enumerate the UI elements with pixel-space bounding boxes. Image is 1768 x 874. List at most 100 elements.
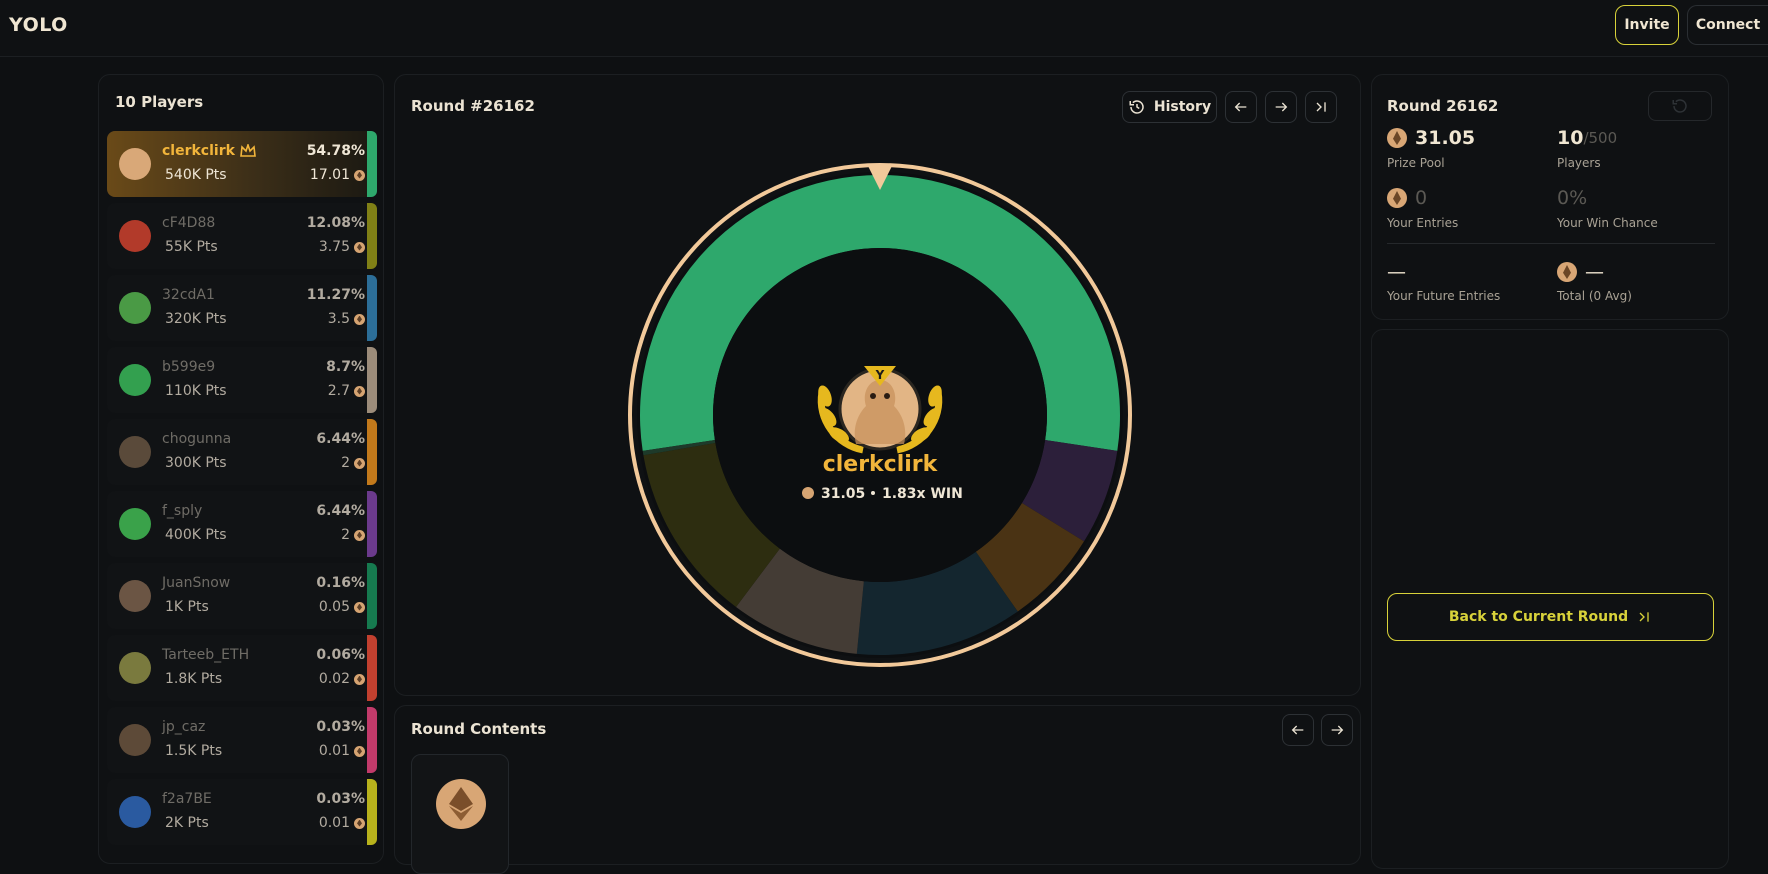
player-name: Tarteeb_ETH (162, 647, 250, 663)
total-label: Total (0 Avg) (1557, 289, 1632, 303)
top-bar: YOLO Invite Connect (0, 0, 1768, 57)
eth-icon (1387, 128, 1407, 148)
player-row[interactable]: b599e9 110K Pts 8.7% 2.7 (107, 347, 377, 413)
player-value: 2.7 (328, 383, 365, 399)
player-name: 32cdA1 (162, 287, 215, 303)
latest-round-button[interactable] (1305, 91, 1337, 123)
player-row[interactable]: JuanSnow 1K Pts 0.16% 0.05 (107, 563, 377, 629)
player-row[interactable]: jp_caz 1.5K Pts 0.03% 0.01 (107, 707, 377, 773)
player-points: 1.5K Pts (165, 743, 223, 759)
player-row[interactable]: Tarteeb_ETH 1.8K Pts 0.06% 0.02 (107, 635, 377, 701)
history-button[interactable]: History (1122, 91, 1217, 123)
round-contents-panel: Round Contents (394, 705, 1361, 874)
player-row[interactable]: f_sply 400K Pts 6.44% 2 (107, 491, 377, 557)
round-history-button[interactable] (1648, 91, 1712, 121)
round-title: Round #26162 (411, 97, 535, 115)
player-percent: 0.03% (316, 791, 365, 807)
player-name: clerkclirk (162, 143, 235, 159)
player-points: 540K Pts (165, 167, 227, 183)
divider (1387, 243, 1715, 244)
player-name: JuanSnow (162, 575, 231, 591)
player-avatar (119, 724, 151, 756)
wheel-chart: Y clerkclirk 31.05 1.83x WIN (628, 163, 1132, 667)
player-name: chogunna (162, 431, 232, 447)
round-contents-title: Round Contents (411, 720, 547, 738)
eth-icon (354, 601, 365, 613)
player-row[interactable]: cF4D88 55K Pts 12.08% 3.75 (107, 203, 377, 269)
total-value: — (1585, 261, 1604, 283)
logo[interactable]: YOLO (9, 14, 68, 36)
round-panel: Round #26162 History Y clerkclirk 31.05 … (394, 74, 1361, 696)
player-points: 110K Pts (165, 383, 227, 399)
player-color-bar (367, 203, 377, 269)
eth-icon (1387, 188, 1407, 208)
player-percent: 0.16% (316, 575, 365, 591)
eth-icon (354, 313, 365, 325)
player-row[interactable]: chogunna 300K Pts 6.44% 2 (107, 419, 377, 485)
player-value: 2 (341, 455, 365, 471)
players-panel: 10 Players clerkclirk 540K Pts 54.78% 17.01… (98, 74, 384, 864)
players-title: 10 Players (115, 93, 204, 111)
player-avatar (119, 436, 151, 468)
prev-round-button[interactable] (1225, 91, 1257, 123)
eth-icon (354, 817, 365, 829)
arrow-left-icon (1291, 725, 1304, 735)
player-row[interactable]: f2a7BE 2K Pts 0.03% 0.01 (107, 779, 377, 845)
eth-icon (354, 385, 365, 397)
player-name: cF4D88 (162, 215, 216, 231)
player-value: 3.75 (319, 239, 365, 255)
invite-button[interactable]: Invite (1615, 5, 1679, 45)
player-percent: 54.78% (306, 143, 365, 159)
player-points: 1K Pts (165, 599, 209, 615)
prize-pool-label: Prize Pool (1387, 156, 1445, 170)
eth-icon (802, 487, 814, 499)
player-color-bar (367, 707, 377, 773)
next-round-button[interactable] (1265, 91, 1297, 123)
contents-card[interactable] (411, 754, 509, 874)
player-percent: 11.27% (306, 287, 365, 303)
players-max: /500 (1583, 129, 1618, 147)
arrow-right-icon (1275, 102, 1288, 112)
future-entries-value: — (1387, 261, 1406, 283)
player-avatar (119, 292, 151, 324)
eth-icon (354, 745, 365, 757)
player-points: 2K Pts (165, 815, 209, 831)
winner-value: 31.05 (821, 486, 865, 502)
connect-button[interactable]: Connect (1687, 5, 1768, 45)
round-info-title: Round 26162 (1387, 97, 1499, 115)
player-percent: 8.7% (326, 359, 365, 375)
back-to-current-round-button[interactable]: Back to Current Round (1387, 593, 1714, 641)
history-label: History (1153, 99, 1212, 115)
player-value: 0.05 (319, 599, 365, 615)
skip-to-end-icon (1316, 102, 1326, 112)
back-to-current-round-label: Back to Current Round (1448, 609, 1629, 625)
player-name: f_sply (162, 503, 203, 519)
eth-icon (354, 673, 365, 685)
winner-name: clerkclirk (823, 452, 939, 477)
player-value: 3.5 (328, 311, 365, 327)
player-percent: 12.08% (306, 215, 365, 231)
player-percent: 0.03% (316, 719, 365, 735)
contents-prev-button[interactable] (1282, 714, 1314, 746)
player-percent: 6.44% (316, 503, 365, 519)
eth-icon (354, 169, 365, 181)
player-avatar (119, 652, 151, 684)
history-icon (1129, 100, 1144, 114)
side-panel: Back to Current Round (1371, 329, 1729, 869)
player-row[interactable]: clerkclirk 540K Pts 54.78% 17.01 (107, 131, 377, 197)
player-value: 17.01 (310, 167, 365, 183)
player-value: 0.01 (319, 815, 365, 831)
player-avatar (119, 364, 151, 396)
your-entries-value: 0 (1415, 187, 1428, 209)
eth-icon (354, 529, 365, 541)
player-value: 2 (341, 527, 365, 543)
contents-next-button[interactable] (1321, 714, 1353, 746)
eth-icon (1557, 262, 1577, 282)
player-avatar (119, 220, 151, 252)
winner-badge-letter: Y (875, 368, 885, 382)
player-name: jp_caz (162, 719, 206, 735)
player-color-bar (367, 275, 377, 341)
your-entries-label: Your Entries (1387, 216, 1459, 230)
player-row[interactable]: 32cdA1 320K Pts 11.27% 3.5 (107, 275, 377, 341)
ethereum-icon (436, 779, 486, 829)
